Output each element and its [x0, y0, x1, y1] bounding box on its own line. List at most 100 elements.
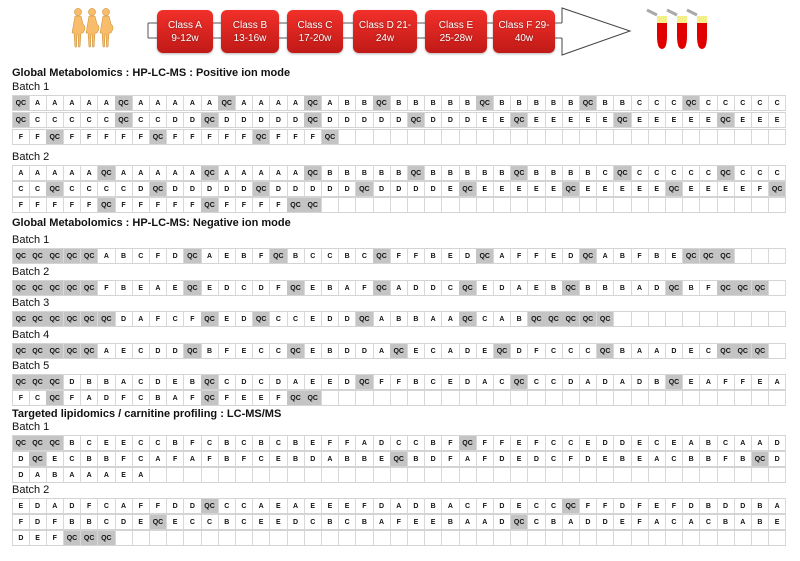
sample-cell: D: [115, 515, 133, 529]
sample-cell: D: [167, 249, 185, 263]
sample-cell: E: [631, 436, 649, 450]
sample-cell: F: [132, 499, 151, 513]
qc-sample-cell: QC: [510, 113, 529, 127]
sample-cell: C: [545, 436, 563, 450]
sample-cell: D: [408, 182, 426, 196]
sample-cell: F: [132, 130, 151, 144]
empty-cell: [322, 531, 340, 545]
sample-cell: C: [666, 166, 684, 180]
qc-sample-cell: QC: [717, 344, 735, 358]
sample-cell: F: [98, 281, 116, 295]
sample-cell: E: [218, 249, 237, 263]
qc-sample-cell: QC: [304, 198, 323, 212]
empty-cell: [167, 468, 185, 482]
sample-cell: E: [29, 531, 47, 545]
empty-cell: [373, 198, 391, 212]
empty-cell: [184, 468, 202, 482]
sample-cell: B: [356, 166, 374, 180]
sample-cell: C: [270, 436, 288, 450]
sample-cell: A: [29, 468, 47, 482]
sample-cell: E: [236, 391, 254, 405]
qc-sample-cell: QC: [63, 249, 82, 263]
class-box: Class F 29- 40w: [493, 10, 555, 53]
class-box: Class D 21- 24w: [353, 10, 417, 53]
sample-cell: A: [132, 312, 151, 326]
sample-cell: A: [81, 391, 99, 405]
qc-sample-cell: QC: [510, 375, 529, 389]
sample-cell: D: [167, 113, 185, 127]
sample-cell: D: [339, 182, 357, 196]
sample-cell: B: [476, 166, 495, 180]
sample-cell: E: [322, 499, 340, 513]
sample-cell: E: [476, 182, 495, 196]
empty-cell: [270, 531, 288, 545]
sample-cell: F: [390, 515, 409, 529]
sample-cell: F: [29, 198, 47, 212]
empty-cell: [545, 130, 563, 144]
sample-cell: C: [29, 391, 47, 405]
sample-cell: B: [287, 249, 305, 263]
sample-cell: E: [666, 436, 684, 450]
empty-cell: [356, 130, 374, 144]
sample-row: QC QC QC QC QC QC D A F C F QC E D QC C C E D D QC A B B A A QC C A B…: [12, 311, 787, 327]
sample-cell: D: [769, 452, 787, 466]
sample-cell: C: [545, 344, 563, 358]
sample-cell: A: [373, 312, 391, 326]
sample-cell: D: [614, 436, 632, 450]
empty-cell: [769, 531, 787, 545]
sample-cell: F: [150, 249, 168, 263]
sample-cell: F: [218, 198, 237, 212]
sample-cell: E: [253, 391, 271, 405]
qc-sample-cell: QC: [459, 436, 477, 450]
empty-cell: [390, 130, 409, 144]
sample-cell: D: [459, 249, 477, 263]
sample-cell: B: [511, 96, 529, 110]
sample-cell: B: [683, 281, 701, 295]
sample-cell: F: [752, 182, 770, 196]
sample-row: QC C C C C C QC C C D D QC D D D D D QC D D D D D QC D D D E E QC E E E E…: [12, 112, 787, 128]
sample-cell: C: [29, 113, 47, 127]
sample-cell: D: [631, 375, 649, 389]
qc-sample-cell: QC: [751, 344, 770, 358]
empty-cell: [132, 531, 151, 545]
qc-sample-cell: QC: [665, 375, 684, 389]
sample-cell: E: [545, 113, 563, 127]
qc-sample-cell: QC: [596, 312, 615, 326]
qc-sample-cell: QC: [562, 281, 581, 295]
sample-cell: B: [64, 436, 82, 450]
sample-cell: B: [81, 375, 99, 389]
sample-row: QC QC QC D B B A C D E B QC C D C D A E E D QC F F B C E D A C QC C C D A…: [12, 374, 787, 390]
sample-cell: B: [494, 166, 512, 180]
sample-cell: F: [270, 130, 288, 144]
sample-cell: D: [339, 312, 357, 326]
qc-sample-cell: QC: [390, 344, 409, 358]
sample-cell: A: [167, 96, 185, 110]
sample-cell: B: [459, 166, 477, 180]
sample-cell: D: [29, 515, 47, 529]
empty-cell: [201, 531, 219, 545]
sample-cell: B: [339, 452, 357, 466]
empty-cell: [373, 130, 391, 144]
sample-cell: F: [580, 499, 598, 513]
empty-cell: [734, 198, 753, 212]
sample-cell: D: [356, 344, 374, 358]
sample-cell: A: [184, 166, 202, 180]
qc-sample-cell: QC: [12, 312, 30, 326]
empty-cell: [597, 130, 615, 144]
sample-cell: E: [631, 452, 649, 466]
sample-cell: C: [494, 375, 512, 389]
sample-cell: E: [700, 113, 718, 127]
sample-cell: D: [734, 499, 753, 513]
sample-cell: B: [752, 499, 770, 513]
qc-sample-cell: QC: [373, 249, 391, 263]
sample-cell: F: [132, 198, 151, 212]
sample-cell: B: [700, 436, 718, 450]
sample-cell: A: [631, 344, 649, 358]
empty-cell: [476, 468, 495, 482]
sample-cell: F: [81, 130, 99, 144]
sample-cell: C: [734, 166, 753, 180]
sample-cell: D: [425, 113, 443, 127]
qc-sample-cell: QC: [356, 375, 374, 389]
sample-cell: F: [442, 436, 460, 450]
empty-cell: [597, 531, 615, 545]
